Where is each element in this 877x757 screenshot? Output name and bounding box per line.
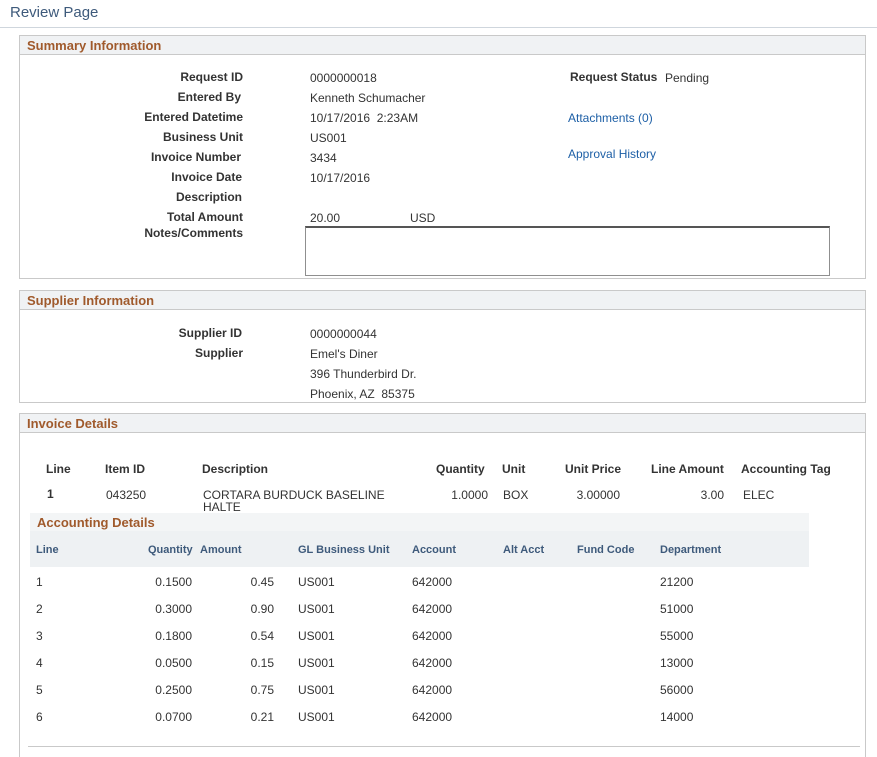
acc-row-line: 5 [36,683,43,697]
col-header-unit: Unit [502,462,526,476]
approval-history-link[interactable]: Approval History [568,147,656,161]
acc-row-account: 642000 [412,602,453,616]
acc-row-line: 4 [36,656,43,670]
acc-col-header-gl-business-unit: GL Business Unit [298,544,390,556]
acc-row-gl-business-unit: US001 [298,575,335,589]
currency-value: USD [410,211,436,225]
invoice-line-amount: 3.00 [700,488,724,502]
acc-row-gl-business-unit: US001 [298,683,335,697]
acc-row-gl-business-unit: US001 [298,710,335,724]
invoice-date-label: Invoice Date [171,170,242,184]
supplier-label: Supplier [194,346,243,360]
acc-row-gl-business-unit: US001 [298,656,335,670]
entered-by-value: Kenneth Schumacher [310,91,426,105]
col-header-accounting-tag: Accounting Tag [741,462,831,476]
accounting-bottom-divider [28,746,860,747]
business-unit-label: Business Unit [162,130,243,144]
acc-row-account: 642000 [412,575,453,589]
entered-datetime-label: Entered Datetime [144,110,243,124]
supplier-address-line2: Phoenix, AZ 85375 [310,387,415,401]
acc-col-header-department: Department [660,544,722,556]
acc-row-amount: 0.54 [250,629,274,643]
total-amount-label: Total Amount [167,210,243,224]
supplier-address-line1: 396 Thunderbird Dr. [310,367,417,381]
acc-row-account: 642000 [412,710,453,724]
col-header-description: Description [202,462,269,476]
title-divider [0,27,877,28]
supplier-id-label: Supplier ID [178,326,242,340]
acc-row-department: 56000 [660,683,694,697]
acc-row-amount: 0.15 [250,656,274,670]
summary-section-title: Summary Information [27,38,162,53]
acc-row-gl-business-unit: US001 [298,629,335,643]
invoice-description-line2: HALTE [203,500,241,514]
invoice-date-value: 10/17/2016 [310,171,371,185]
supplier-id-value: 0000000044 [310,327,377,341]
accounting-details-title: Accounting Details [37,515,155,530]
invoice-accounting-tag: ELEC [743,488,775,502]
acc-col-header-line: Line [36,544,59,556]
invoice-number-label: Invoice Number [150,150,241,164]
notes-label: Notes/Comments [144,226,243,240]
invoice-unit: BOX [503,488,529,502]
acc-row-department: 51000 [660,602,694,616]
request-id-value: 0000000018 [310,71,377,85]
acc-row-amount: 0.90 [250,602,274,616]
acc-row-quantity: 0.0500 [155,656,192,670]
acc-row-line: 3 [36,629,43,643]
acc-row-department: 21200 [660,575,694,589]
acc-row-amount: 0.45 [250,575,274,589]
invoice-section-header: Invoice Details [20,414,865,433]
attachments-link[interactable]: Attachments (0) [568,111,653,125]
acc-row-line: 6 [36,710,43,724]
entered-datetime-value: 10/17/2016 2:23AM [310,111,419,125]
acc-col-header-quantity: Quantity [148,544,193,556]
business-unit-value: US001 [310,131,347,145]
acc-row-account: 642000 [412,629,453,643]
acc-row-account: 642000 [412,683,453,697]
acc-row-account: 642000 [412,656,453,670]
page-title: Review Page [10,4,99,21]
notes-textarea[interactable] [305,226,830,276]
acc-row-line: 2 [36,602,43,616]
acc-row-amount: 0.21 [250,710,274,724]
request-status-value: Pending [665,71,710,85]
col-header-line: Line [46,462,71,476]
acc-row-line: 1 [36,575,43,589]
request-id-label: Request ID [180,70,243,84]
acc-row-department: 13000 [660,656,694,670]
acc-col-header-amount: Amount [200,544,242,556]
col-header-line-amount: Line Amount [651,462,724,476]
acc-row-quantity: 0.0700 [155,710,192,724]
acc-col-header-account: Account [412,544,456,556]
acc-row-quantity: 0.2500 [155,683,192,697]
col-header-item-id: Item ID [105,462,146,476]
acc-row-quantity: 0.1800 [155,629,192,643]
invoice-number-value: 3434 [310,151,337,165]
request-status-label: Request Status [570,70,658,84]
invoice-item-id: 043250 [106,488,147,502]
acc-row-department: 14000 [660,710,694,724]
supplier-section-title: Supplier Information [27,293,155,308]
supplier-section-header: Supplier Information [20,291,865,310]
col-header-quantity: Quantity [436,462,485,476]
acc-row-quantity: 0.3000 [155,602,192,616]
acc-row-gl-business-unit: US001 [298,602,335,616]
summary-section-header: Summary Information [20,36,865,55]
acc-col-header-alt-acct: Alt Acct [503,544,545,556]
acc-col-header-fund-code: Fund Code [577,544,635,556]
invoice-line-number: 1 [47,487,54,501]
acc-row-quantity: 0.1500 [155,575,192,589]
acc-row-amount: 0.75 [250,683,274,697]
acc-row-department: 55000 [660,629,694,643]
total-amount-value: 20.00 [310,211,341,225]
invoice-quantity: 1.0000 [451,488,488,502]
invoice-unit-price: 3.00000 [576,488,620,502]
invoice-section-title: Invoice Details [27,416,119,431]
col-header-unit-price: Unit Price [565,462,622,476]
supplier-name-value: Emel's Diner [310,347,378,361]
entered-by-label: Entered By [177,90,241,104]
description-label: Description [175,190,242,204]
